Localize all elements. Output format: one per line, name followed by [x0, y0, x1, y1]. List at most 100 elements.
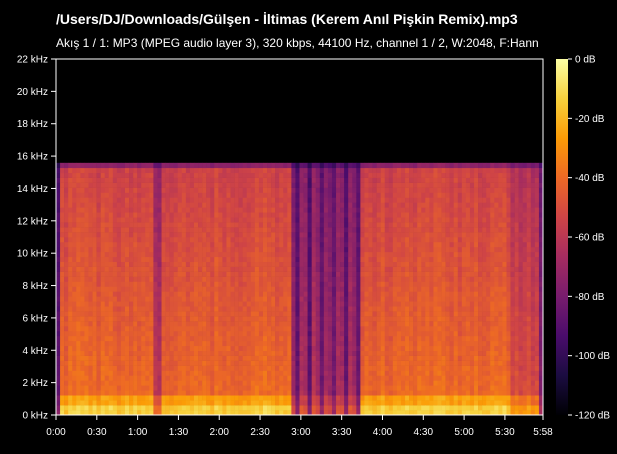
spectrogram-cell — [189, 212, 195, 218]
spectrogram-cell — [372, 172, 377, 178]
spectrogram-cell — [364, 237, 369, 243]
spectrogram-cell — [72, 316, 77, 322]
spectrogram-cell — [352, 266, 357, 272]
spectrogram-cell — [133, 167, 138, 174]
spectrogram-cell — [206, 167, 211, 174]
spectrogram-cell — [336, 241, 341, 248]
spectrogram-cell — [384, 172, 390, 178]
spectrogram-cell — [271, 246, 276, 253]
spectrogram-cell — [364, 330, 369, 337]
spectrogram-cell — [173, 380, 179, 386]
spectrogram-cell — [279, 326, 284, 332]
spectrogram-cell — [425, 400, 430, 406]
spectrogram-cell — [299, 390, 304, 396]
spectrogram-cell — [120, 281, 126, 287]
spectrogram-cell — [417, 296, 422, 302]
spectrogram-cell — [96, 335, 101, 342]
spectrogram-cell — [364, 316, 369, 322]
spectrogram-cell — [388, 167, 394, 174]
spectrogram-cell — [396, 365, 402, 371]
spectrogram-cell — [327, 355, 333, 361]
spectrogram-cell — [177, 365, 183, 371]
spectrogram-cell — [364, 390, 369, 396]
spectrogram-cell — [116, 326, 122, 332]
spectrogram-cell — [210, 227, 215, 233]
spectrogram-cell — [376, 162, 381, 169]
spectrogram-cell — [384, 246, 390, 253]
spectrogram-cell — [254, 355, 260, 361]
spectrogram-cell — [68, 316, 73, 322]
spectrogram-cell — [372, 246, 377, 253]
spectrogram-cell — [60, 276, 65, 282]
spectrogram-cell — [340, 266, 345, 272]
spectrogram-cell — [60, 237, 65, 243]
spectrogram-cell — [295, 390, 300, 396]
spectrogram-cell — [388, 375, 394, 381]
spectrogram-cell — [157, 326, 162, 332]
spectrogram-cell — [185, 212, 191, 218]
spectrogram-cell — [267, 271, 272, 277]
spectrogram-cell — [405, 286, 410, 292]
spectrogram-cell — [400, 360, 406, 366]
spectrogram-cell — [185, 271, 191, 277]
spectrogram-cell — [149, 345, 154, 352]
spectrogram-cell — [137, 395, 142, 401]
spectrogram-cell — [226, 355, 231, 361]
spectrogram-cell — [149, 232, 154, 238]
spectrogram-cell — [169, 385, 174, 391]
spectrogram-cell — [421, 301, 426, 307]
spectrogram-cell — [250, 370, 256, 376]
spectrogram-cell — [319, 316, 325, 322]
spectrogram-cell — [429, 212, 434, 218]
spectrogram-cell — [421, 360, 426, 366]
spectrogram-cell — [72, 271, 77, 277]
spectrogram-cell — [348, 217, 353, 223]
spectrogram-cell — [254, 167, 260, 174]
spectrogram-cell — [405, 212, 410, 218]
spectrogram-cell — [262, 276, 268, 282]
spectrogram-cell — [145, 390, 150, 396]
spectrogram-cell — [234, 162, 239, 169]
spectrogram-cell — [64, 335, 69, 342]
spectrogram-cell — [356, 187, 361, 193]
spectrogram-cell — [157, 365, 162, 371]
spectrogram-cell — [157, 261, 162, 267]
spectrogram-cell — [283, 340, 288, 347]
spectrogram-cell — [360, 316, 365, 322]
spectrogram-cell — [348, 340, 353, 347]
spectrogram-cell — [352, 296, 357, 302]
spectrogram-cell — [153, 360, 158, 366]
spectrogram-cell — [165, 177, 170, 183]
spectrogram-cell — [327, 281, 333, 287]
spectrogram-cell — [441, 251, 446, 258]
spectrogram-cell — [129, 380, 134, 386]
spectrogram-cell — [267, 227, 272, 233]
spectrogram-cell — [124, 370, 130, 376]
spectrogram-cell — [311, 177, 317, 183]
spectrogram-cell — [275, 197, 280, 203]
spectrogram-cell — [112, 276, 118, 282]
spectrogram-cell — [433, 217, 438, 223]
spectrogram-cell — [437, 162, 442, 169]
spectrogram-cell — [60, 271, 65, 277]
spectrogram-cell — [112, 197, 118, 203]
spectrogram-cell — [165, 306, 170, 312]
spectrogram-cell — [291, 162, 296, 169]
spectrogram-cell — [364, 400, 369, 406]
spectrogram-cell — [380, 345, 386, 352]
spectrogram-cell — [96, 380, 101, 386]
spectrogram-cell — [437, 400, 442, 406]
spectrogram-cell — [315, 202, 321, 208]
spectrogram-cell — [405, 345, 410, 352]
spectrogram-cell — [319, 266, 325, 272]
spectrogram-cell — [319, 246, 325, 253]
spectrogram-cell — [226, 276, 231, 282]
spectrogram-cell — [104, 345, 110, 352]
spectrogram-cell — [262, 291, 268, 297]
spectrogram-cell — [222, 380, 227, 386]
spectrogram-cell — [267, 400, 272, 406]
spectrogram-cell — [315, 326, 321, 332]
spectrogram-cell — [262, 266, 268, 272]
spectrogram-cell — [92, 311, 97, 317]
spectrogram-cell — [133, 405, 138, 411]
